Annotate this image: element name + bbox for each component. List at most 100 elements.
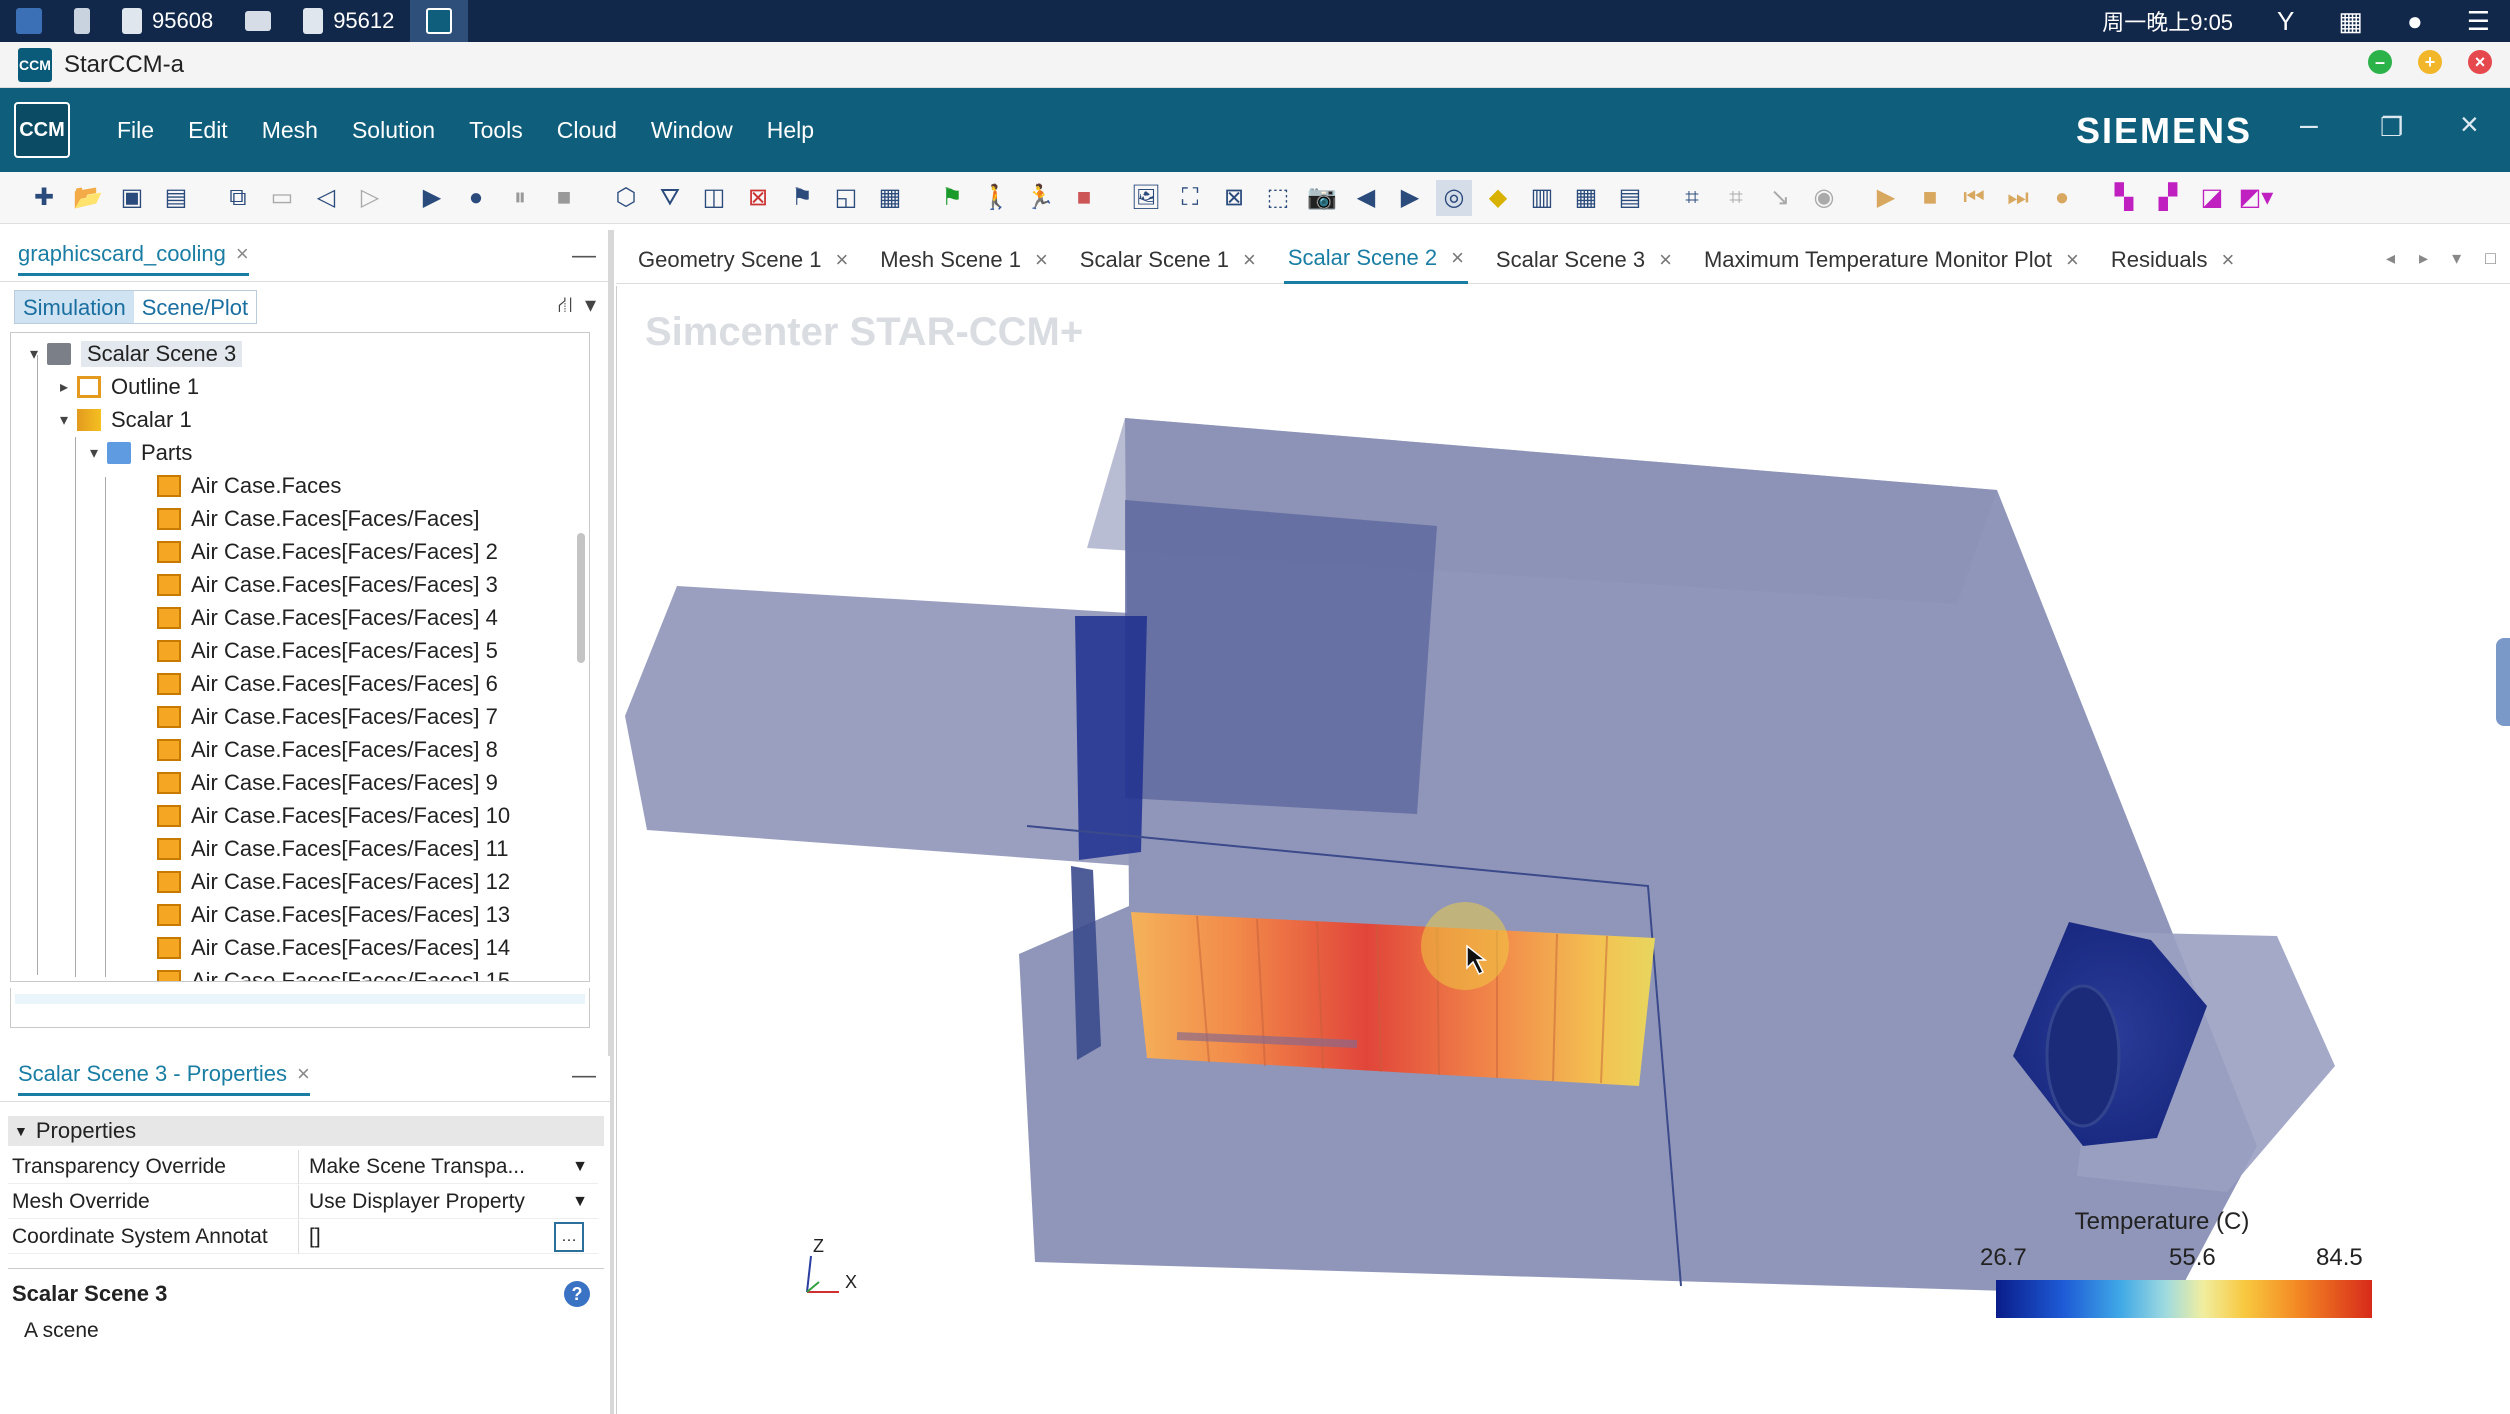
menu-mesh[interactable]: Mesh — [245, 117, 335, 144]
surface-icon[interactable]: ◱ — [828, 180, 864, 216]
taskbar-terminal-95612[interactable]: 95612 — [287, 0, 410, 42]
tab-scalar-scene-1[interactable]: Scalar Scene 1 × — [1076, 236, 1260, 284]
tree-part-item[interactable]: Air Case.Faces[Faces/Faces] 5 — [153, 634, 498, 667]
mesh-op-icon[interactable]: ⛛ — [652, 180, 688, 216]
tree-options-icon[interactable]: ⛙ — [557, 292, 572, 321]
clear-mesh-icon[interactable]: ⊠ — [740, 180, 776, 216]
plot-icon[interactable]: ⌗ — [1674, 180, 1710, 216]
help-icon[interactable]: ? — [564, 1281, 590, 1307]
tree-part-item[interactable]: Air Case.Faces[Faces/Faces] 7 — [153, 700, 498, 733]
property-row[interactable]: Transparency Override Make Scene Transpa… — [8, 1149, 598, 1184]
mesh-override-select[interactable]: Use Displayer Property ▼ — [298, 1184, 598, 1219]
tab-residuals[interactable]: Residuals × — [2107, 236, 2238, 284]
tree-part-item[interactable]: Air Case.Faces[Faces/Faces] 3 — [153, 568, 498, 601]
layout2-icon[interactable]: ▞ — [2150, 180, 2186, 216]
menu-tools[interactable]: Tools — [452, 117, 540, 144]
mesh-generate-icon[interactable]: ◫ — [696, 180, 732, 216]
color-legend[interactable]: Temperature (C) 26.7 55.6 84.5 — [1952, 1208, 2372, 1318]
copy-icon[interactable]: ⧉ — [220, 180, 256, 216]
forward-icon[interactable]: ▶ — [1392, 180, 1428, 216]
collapse-icon[interactable]: ▾ — [25, 344, 43, 364]
prev-frame-icon[interactable]: ⏮ — [1956, 180, 1992, 216]
tree-node-scene[interactable]: ▾ Scalar Scene 3 — [25, 337, 243, 370]
properties-section-header[interactable]: ▼ Properties — [8, 1116, 604, 1146]
tree-part-item[interactable]: Air Case.Faces[Faces/Faces] — [153, 502, 480, 535]
close-tab-icon[interactable]: × — [1451, 245, 1464, 271]
close-window-button[interactable]: × — [2468, 50, 2492, 74]
green-flag-icon[interactable]: ⚑ — [934, 180, 970, 216]
tree-part-item[interactable]: Air Case.Faces[Faces/Faces] 15 — [153, 964, 510, 981]
close-tab-icon[interactable]: × — [1035, 247, 1048, 273]
tree-node-parts[interactable]: ▾ Parts — [85, 436, 192, 469]
expand-icon[interactable]: ▸ — [55, 377, 73, 397]
zoom-extents-icon[interactable]: ⊠ — [1216, 180, 1252, 216]
monitor-icon[interactable]: ◉ — [1806, 180, 1842, 216]
side-panel-handle[interactable] — [2496, 638, 2510, 726]
undo-icon[interactable]: ◁ — [308, 180, 344, 216]
menu-cloud[interactable]: Cloud — [540, 117, 634, 144]
record-icon[interactable]: ● — [2044, 180, 2080, 216]
close-app-button[interactable]: × — [2460, 106, 2479, 143]
tree-part-item[interactable]: Air Case.Faces[Faces/Faces] 11 — [153, 832, 509, 865]
transparency-icon[interactable]: ◎ — [1436, 179, 1472, 216]
taskbar-starccm[interactable] — [410, 0, 469, 42]
network-icon[interactable]: Y — [2277, 6, 2294, 37]
property-row[interactable]: Coordinate System Annotat []… — [8, 1219, 598, 1254]
tab-scroll-right-icon[interactable]: ▸ — [2419, 248, 2428, 269]
tree-part-item[interactable]: Air Case.Faces[Faces/Faces] 14 — [153, 931, 510, 964]
close-tab-icon[interactable]: × — [2066, 247, 2079, 273]
save-icon[interactable]: ▣ — [114, 180, 150, 216]
tree-part-item[interactable]: Air Case.Faces[Faces/Faces] 4 — [153, 601, 498, 634]
menu-icon[interactable]: ☰ — [2467, 6, 2490, 37]
maximize-window-button[interactable]: + — [2418, 50, 2442, 74]
menu-file[interactable]: File — [100, 117, 171, 144]
menu-solution[interactable]: Solution — [335, 117, 452, 144]
geometry-icon[interactable]: ⬡ — [608, 180, 644, 216]
collapse-icon[interactable]: ▼ — [14, 1123, 28, 1139]
stop-red-icon[interactable]: ■ — [1066, 180, 1102, 216]
close-tab-icon[interactable]: × — [1659, 247, 1672, 273]
tree-part-item[interactable]: Air Case.Faces[Faces/Faces] 13 — [153, 898, 510, 931]
dropdown-arrow-icon[interactable]: ▼ — [572, 1158, 588, 1176]
ruler-icon[interactable]: ▥ — [1524, 180, 1560, 216]
select-icon[interactable]: ⬚ — [1260, 180, 1296, 216]
taskbar-folder[interactable] — [229, 0, 287, 42]
grid-icon[interactable]: ▦ — [872, 180, 908, 216]
paste-icon[interactable]: ▭ — [264, 180, 300, 216]
apps-grid-icon[interactable]: ▦ — [2338, 6, 2363, 37]
camera-icon[interactable]: 📷 — [1304, 180, 1340, 216]
flag-icon[interactable]: ⚑ — [784, 180, 820, 216]
play-anim-icon[interactable]: ▶ — [1868, 180, 1904, 216]
tree-filter-field[interactable] — [10, 988, 590, 1028]
table-icon[interactable]: ▦ — [1568, 180, 1604, 216]
open-icon[interactable]: 📂 — [70, 180, 106, 216]
collapse-icon[interactable]: ▾ — [85, 443, 103, 463]
pause-icon[interactable]: ⏸ — [502, 180, 538, 216]
tree-part-item[interactable]: Air Case.Faces[Faces/Faces] 2 — [153, 535, 498, 568]
tree-scrollbar[interactable] — [577, 533, 585, 663]
maximize-view-icon[interactable]: □ — [2485, 248, 2496, 269]
run-fast-icon[interactable]: 🏃 — [1022, 180, 1058, 216]
taskbar-terminal-95608[interactable]: 95608 — [106, 0, 229, 42]
minimize-window-button[interactable]: – — [2368, 50, 2392, 74]
tree-node-outline[interactable]: ▸ Outline 1 — [55, 370, 199, 403]
user-icon[interactable]: ● — [2407, 6, 2423, 37]
close-tab-icon[interactable]: × — [1243, 247, 1256, 273]
bookmark-button[interactable] — [58, 0, 106, 42]
close-tab-icon[interactable]: × — [2222, 247, 2235, 273]
simulation-file-tab[interactable]: graphicscard_cooling × — [18, 241, 249, 276]
tree-part-item[interactable]: Air Case.Faces[Faces/Faces] 8 — [153, 733, 498, 766]
stop-anim-icon[interactable]: ■ — [1912, 180, 1948, 216]
walk-icon[interactable]: 🚶 — [978, 180, 1014, 216]
table2-icon[interactable]: ▤ — [1612, 180, 1648, 216]
probe-icon[interactable]: ↘ — [1762, 180, 1798, 216]
menu-window[interactable]: Window — [634, 117, 750, 144]
tab-scroll-left-icon[interactable]: ◂ — [2386, 248, 2395, 269]
new-simulation-icon[interactable]: ✚ — [26, 180, 62, 216]
run-icon[interactable]: ▶ — [414, 180, 450, 216]
close-tab-icon[interactable]: × — [835, 247, 848, 273]
tree-part-item[interactable]: Air Case.Faces — [153, 469, 341, 502]
launcher-button[interactable] — [0, 0, 58, 42]
tab-mesh-scene-1[interactable]: Mesh Scene 1 × — [876, 236, 1052, 284]
next-frame-icon[interactable]: ⏭ — [2000, 180, 2036, 216]
